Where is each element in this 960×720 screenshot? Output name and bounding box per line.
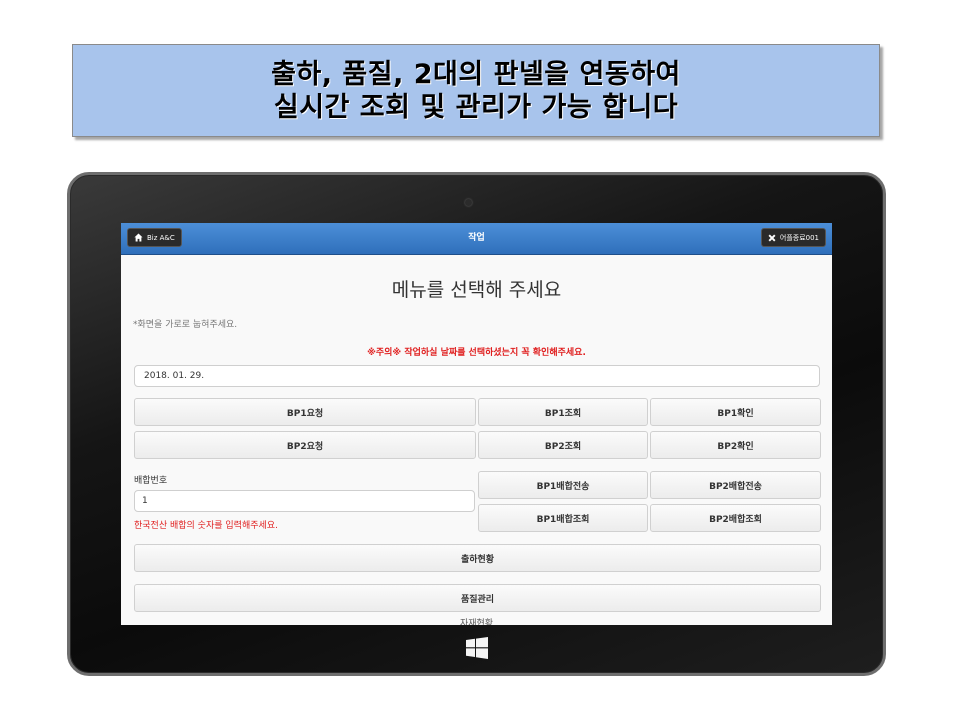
page-title: 메뉴를 선택해 주세요 — [391, 279, 562, 301]
bp2-mix-send-button[interactable]: BP2배합전송 — [650, 471, 821, 499]
partial-menu-item[interactable]: 자재현황 — [121, 615, 832, 625]
header-title: 작업 — [468, 233, 485, 243]
home-button-label: Biz A&C — [147, 233, 175, 242]
bp2-mix-query-button[interactable]: BP2배합조회 — [650, 504, 821, 532]
home-button[interactable]: Biz A&C — [127, 228, 182, 247]
mix-number-label: 배합번호 — [134, 476, 168, 486]
menu-content: 메뉴를 선택해 주세요 *화면을 가로로 눕혀주세요. ※주의※ 작업하실 날짜… — [121, 255, 832, 625]
orientation-hint: *화면을 가로로 눕혀주세요. — [133, 320, 238, 330]
bp2-confirm-button[interactable]: BP2확인 — [650, 431, 821, 459]
bp1-mix-query-button[interactable]: BP1배합조회 — [478, 504, 648, 532]
work-date-input[interactable]: 2018. 01. 29. — [134, 365, 820, 387]
banner-line-2: 실시간 조회 및 관리가 가능 합니다 — [273, 91, 679, 123]
exit-app-button[interactable]: 어플종료001 — [760, 228, 826, 247]
camera-icon — [465, 199, 472, 206]
exit-app-label: 어플종료001 — [779, 233, 819, 242]
quality-manage-button[interactable]: 품질관리 — [134, 584, 821, 612]
windows-logo-icon[interactable] — [466, 637, 488, 659]
home-icon — [134, 233, 143, 242]
close-icon — [768, 234, 776, 241]
bp1-request-button[interactable]: BP1요청 — [134, 398, 476, 426]
bp1-confirm-button[interactable]: BP1확인 — [650, 398, 821, 426]
banner-line-1: 출하, 품질, 2대의 판넬을 연동하여 — [271, 58, 681, 90]
app-screen: 작업 Biz A&C 어플종료001 메뉴를 선택해 주세요 *화면을 가로로 … — [121, 223, 832, 625]
app-header: 작업 Biz A&C 어플종료001 — [121, 223, 832, 255]
bp2-query-button[interactable]: BP2조회 — [478, 431, 648, 459]
mix-number-warning: 한국전산 배합의 숫자를 입력해주세요. — [134, 521, 278, 531]
shipping-status-button[interactable]: 출하현황 — [134, 544, 821, 572]
promo-banner: 출하, 품질, 2대의 판넬을 연동하여 실시간 조회 및 관리가 가능 합니다 — [72, 44, 880, 137]
mix-number-input[interactable]: 1 — [134, 490, 475, 512]
bp1-mix-send-button[interactable]: BP1배합전송 — [478, 471, 648, 499]
bp1-query-button[interactable]: BP1조회 — [478, 398, 648, 426]
date-warning: ※주의※ 작업하실 날짜를 선택하셨는지 꼭 확인해주세요. — [367, 348, 586, 358]
bp2-request-button[interactable]: BP2요청 — [134, 431, 476, 459]
